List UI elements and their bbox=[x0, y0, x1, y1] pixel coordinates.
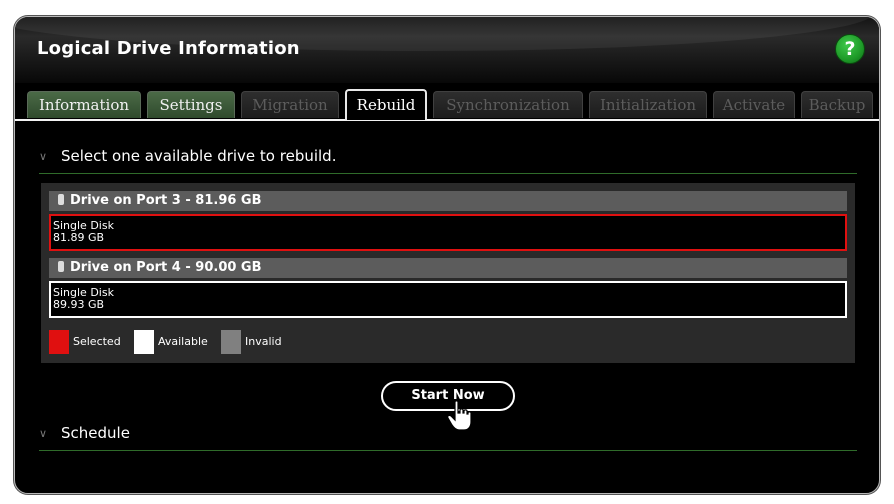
tab-rebuild[interactable]: Rebuild bbox=[345, 89, 427, 120]
legend-swatch-selected bbox=[49, 330, 69, 354]
drive-icon bbox=[58, 194, 64, 205]
chevron-down-icon: ∨ bbox=[39, 427, 48, 440]
tab-information[interactable]: Information bbox=[27, 91, 141, 118]
logical-drive-window: Logical Drive Information ? Information … bbox=[14, 16, 880, 494]
drive-type: Single Disk bbox=[53, 286, 114, 299]
drive-option-port3[interactable]: Single Disk 81.89 GB bbox=[49, 214, 847, 251]
rebuild-instruction: Select one available drive to rebuild. bbox=[61, 147, 337, 165]
drive-size: 81.89 GB bbox=[53, 231, 105, 244]
tab-settings[interactable]: Settings bbox=[147, 91, 235, 118]
chevron-down-icon: ∨ bbox=[39, 150, 48, 163]
drive-icon bbox=[58, 261, 64, 272]
schedule-section-header[interactable]: ∨ Schedule bbox=[39, 424, 857, 451]
legend-label-invalid: Invalid bbox=[245, 335, 282, 348]
drive-list-panel: Drive on Port 3 - 81.96 GB Single Disk 8… bbox=[41, 183, 855, 363]
schedule-label: Schedule bbox=[61, 424, 130, 442]
tab-migration: Migration bbox=[241, 91, 339, 118]
tab-bar: Information Settings Migration Rebuild S… bbox=[15, 89, 879, 121]
window-title: Logical Drive Information bbox=[37, 38, 300, 59]
drive-option-port4[interactable]: Single Disk 89.93 GB bbox=[49, 281, 847, 318]
tab-synchronization: Synchronization bbox=[433, 91, 583, 118]
help-icon[interactable]: ? bbox=[835, 34, 865, 64]
tab-initialization: Initialization bbox=[589, 91, 707, 118]
drive-size: 89.93 GB bbox=[53, 298, 105, 311]
tab-backup: Backup bbox=[801, 91, 873, 118]
drive-header-port3: Drive on Port 3 - 81.96 GB bbox=[49, 191, 847, 211]
legend-label-available: Available bbox=[158, 335, 208, 348]
drive-header-label: Drive on Port 4 - 90.00 GB bbox=[70, 260, 262, 275]
drive-header-port4: Drive on Port 4 - 90.00 GB bbox=[49, 258, 847, 278]
rebuild-section-header[interactable]: ∨ Select one available drive to rebuild. bbox=[39, 147, 857, 174]
legend-label-selected: Selected bbox=[73, 335, 121, 348]
legend-swatch-available bbox=[134, 330, 154, 354]
legend-swatch-invalid bbox=[221, 330, 241, 354]
tab-activate: Activate bbox=[713, 91, 795, 118]
drive-header-label: Drive on Port 3 - 81.96 GB bbox=[70, 193, 262, 208]
title-bar: Logical Drive Information ? bbox=[15, 17, 879, 83]
drive-type: Single Disk bbox=[53, 219, 114, 232]
